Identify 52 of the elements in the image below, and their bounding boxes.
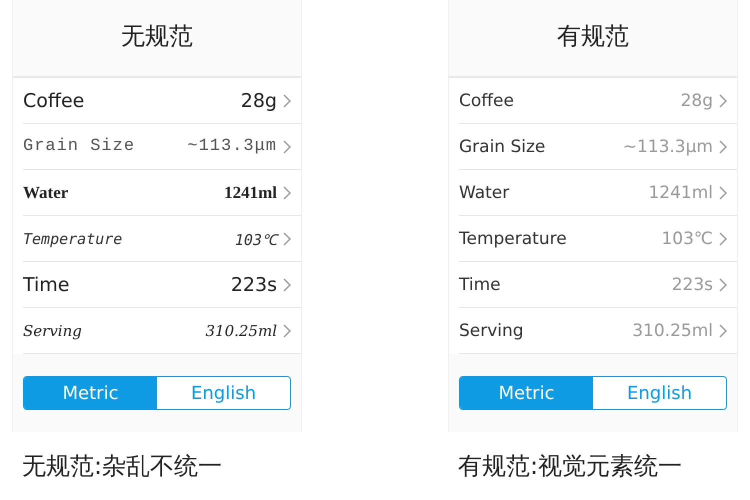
row-value: 28g — [240, 90, 277, 112]
row-label: Time — [459, 274, 501, 294]
settings-row[interactable]: Grain Size ~113.3μm — [23, 124, 301, 170]
chevron-icon — [283, 140, 291, 154]
row-label: Grain Size — [459, 136, 546, 156]
row-value: 28g — [680, 90, 713, 110]
settings-row[interactable]: Temperature 103℃ — [459, 216, 737, 262]
row-value: ~113.3μm — [622, 136, 713, 156]
row-label: Coffee — [459, 90, 514, 110]
chevron-icon — [283, 324, 291, 338]
settings-row[interactable]: Water 1241ml — [23, 170, 301, 216]
row-label: Serving — [459, 320, 524, 340]
row-label: Coffee — [23, 90, 84, 112]
row-label: Water — [459, 182, 510, 202]
settings-row[interactable]: Water 1241ml — [459, 170, 737, 216]
chevron-icon — [719, 324, 727, 338]
chevron-icon — [283, 232, 291, 246]
chevron-icon — [283, 278, 291, 292]
row-label: Time — [23, 274, 70, 296]
row-value: ~113.3μm — [187, 137, 277, 156]
settings-row[interactable]: Grain Size ~113.3μm — [459, 124, 737, 170]
chevron-icon — [719, 94, 727, 108]
row-label: Grain Size — [23, 137, 136, 156]
screen-title: 无规范 — [120, 21, 194, 52]
row-value: 223s — [672, 274, 713, 294]
chevron-icon — [719, 140, 727, 154]
chevron-icon — [719, 278, 727, 292]
settings-row[interactable]: Temperature 103℃ — [23, 216, 301, 262]
row-label: Serving — [23, 322, 82, 340]
row-value: 223s — [230, 274, 277, 296]
settings-row[interactable]: Serving 310.25ml — [23, 308, 301, 354]
settings-row[interactable]: Time 223s — [23, 262, 301, 308]
screen-title: 有规范 — [556, 21, 630, 52]
settings-row[interactable]: Serving 310.25ml — [459, 308, 737, 354]
settings-row[interactable]: Coffee 28g — [23, 78, 301, 124]
row-value: 1241ml — [224, 182, 277, 202]
row-value: 310.25ml — [205, 322, 277, 340]
chevron-icon — [719, 186, 727, 200]
row-value: 1241ml — [648, 182, 713, 202]
row-label: Temperature — [23, 230, 122, 248]
chevron-icon — [283, 186, 291, 200]
row-value: 310.25ml — [632, 320, 713, 340]
settings-row[interactable]: Time 223s — [459, 262, 737, 308]
settings-row[interactable]: Coffee 28g — [459, 78, 737, 124]
caption: 有规范:视觉元素统一 — [457, 451, 684, 482]
caption: 无规范:杂乱不统一 — [21, 451, 224, 482]
row-value: 103℃ — [661, 228, 713, 248]
chevron-icon — [283, 94, 291, 108]
row-value: 103℃ — [234, 230, 277, 248]
chevron-icon — [719, 232, 727, 246]
row-label: Temperature — [459, 228, 567, 248]
row-label: Water — [23, 182, 68, 202]
